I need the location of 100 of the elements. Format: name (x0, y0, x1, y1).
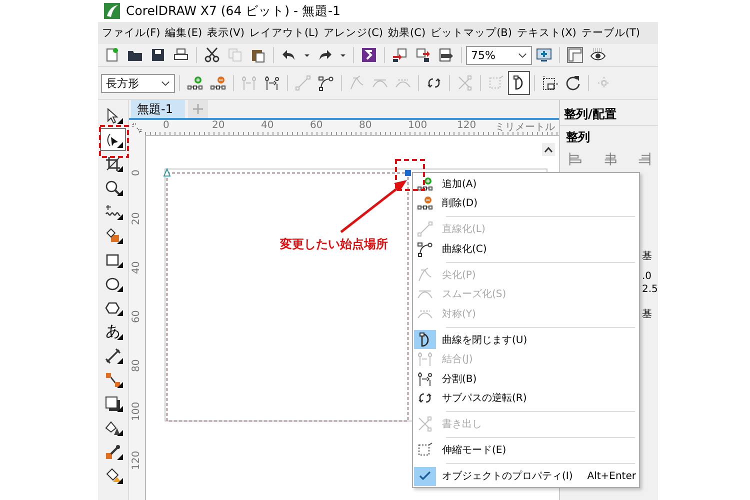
text-tool-glyph: あ (106, 322, 120, 341)
ruler-label: 60 (310, 120, 323, 131)
cusp-node-icon (349, 75, 365, 91)
ruler-label: 100 (131, 402, 142, 421)
dotted-box-icon (417, 442, 433, 458)
straight-line-icon (417, 221, 433, 238)
highlight-frame (395, 159, 425, 191)
add-node-icon (187, 75, 203, 91)
tool-button[interactable] (100, 128, 126, 151)
app-logo-icon (104, 3, 120, 19)
rulers-icon (567, 47, 583, 63)
import-icon (392, 47, 408, 63)
magnifier-icon (105, 180, 121, 196)
menu-item[interactable]: 曲線を閉じます(U) (413, 330, 639, 350)
docker-label: 基 (642, 308, 653, 321)
ruler-origin-icon[interactable] (132, 123, 142, 133)
start-node-marker[interactable] (163, 168, 171, 176)
docker-label: .0 (642, 271, 653, 282)
menu-item[interactable]: 曲線化(C) (413, 239, 639, 258)
menu-item[interactable]: アレンジ(C) (324, 26, 384, 40)
ruler-label: 40 (261, 120, 274, 131)
menu-item[interactable]: テキスト(X) (516, 26, 576, 40)
ruler-label: 120 (457, 120, 476, 131)
rotate-arrow-icon (565, 75, 581, 91)
ruler-label: 20 (131, 212, 142, 225)
delete-node-icon (210, 75, 226, 91)
join-nodes-icon (241, 75, 257, 91)
menu-item[interactable]: 表示(V) (207, 26, 244, 40)
menu-item[interactable]: 効果(C) (388, 26, 426, 40)
connector-line-icon (105, 372, 121, 388)
align-right-icon[interactable] (637, 151, 652, 167)
scissors-icon (204, 47, 220, 63)
dotted-box-icon (488, 75, 504, 91)
menu-item[interactable]: 削除(D) (413, 194, 639, 213)
ellipse-icon (105, 276, 121, 292)
cross-nodes-icon (457, 75, 473, 91)
window-title: CorelDRAW X7 (64 ビット) - 無題-1 (126, 2, 340, 20)
docker-label: 2.5 (642, 284, 658, 295)
menu-item[interactable]: オブジェクトのプロパティ(I) Alt+Enter (413, 466, 639, 486)
section-title: 整列 (565, 129, 591, 146)
menu-item[interactable]: ビットマップ(B) (430, 26, 512, 40)
scale-box-icon (542, 75, 558, 91)
menu-item[interactable]: レイアウト(L) (249, 26, 318, 40)
break-node-icon (417, 370, 433, 387)
ruler-label: 20 (212, 120, 225, 131)
pointer-arrow (340, 180, 407, 233)
scroll-up-icon[interactable] (542, 143, 555, 156)
align-left-icon[interactable] (568, 151, 583, 167)
ruler-label: 0 (131, 170, 142, 176)
node-handle[interactable] (405, 170, 411, 176)
dropdown-field[interactable]: 75% (466, 46, 532, 64)
chevron-icon (518, 50, 527, 60)
ruler-label: 120 (131, 450, 142, 470)
delete-node-icon (417, 195, 433, 212)
transparency-icon (105, 420, 121, 436)
menu-item[interactable]: ファイル(F) (102, 26, 160, 40)
straight-line-icon (295, 75, 311, 91)
break-node-icon (264, 75, 280, 91)
paint-bucket-icon (105, 468, 121, 484)
drop-shadow-icon (105, 396, 121, 412)
export-icon (415, 47, 431, 63)
pointer-arrow-icon (105, 108, 121, 124)
align-center-icon[interactable] (602, 151, 618, 167)
toolbar-button[interactable] (508, 71, 530, 95)
menu-item[interactable]: 伸縮モード(E) (413, 440, 639, 460)
printer-icon (173, 47, 189, 63)
document-tab[interactable]: 無題-1 (131, 100, 185, 118)
menu-item[interactable]: 追加(A) (413, 174, 639, 194)
document-arrow-icon (438, 47, 454, 63)
docker-label: 基 (642, 250, 653, 263)
ruler-label: 80 (131, 359, 142, 372)
eyedropper-icon (105, 444, 121, 460)
smart-fill-icon (105, 228, 121, 244)
ruler-label: 80 (359, 120, 372, 131)
ruler-label: 60 (131, 310, 142, 323)
ruler-label: 40 (131, 261, 142, 274)
tool-button[interactable]: あ (100, 320, 126, 343)
dropdown-field[interactable]: 長方形 (101, 74, 175, 92)
ruler-unit: ミリメートル (495, 121, 555, 134)
hexagon-icon (105, 300, 121, 316)
chevron-icon (161, 78, 170, 88)
toolbar-button[interactable] (564, 44, 586, 66)
crop-icon (105, 156, 121, 172)
curve-handles-icon (417, 240, 433, 257)
dashed-rectangle[interactable] (166, 172, 408, 422)
menu-item[interactable]: 編集(E) (165, 26, 202, 40)
ruler-label: 0 (163, 120, 170, 131)
monitor-icon (536, 47, 552, 63)
menu-item[interactable]: サブパスの逆転(R) (413, 388, 639, 408)
docker-title: 整列/配置 (560, 100, 658, 126)
dimension-line-icon (105, 348, 121, 364)
clipboard-icon (250, 47, 266, 63)
cross-nodes-icon (417, 416, 433, 432)
new-document-icon (104, 47, 120, 63)
menu-item[interactable]: 分割(B) (413, 369, 639, 388)
copy-icon (227, 47, 243, 63)
menu-item[interactable]: テーブル(T) (581, 26, 640, 40)
rectangle-icon (105, 252, 121, 268)
launcher-icon (361, 47, 377, 63)
highlight-frame (99, 125, 129, 158)
